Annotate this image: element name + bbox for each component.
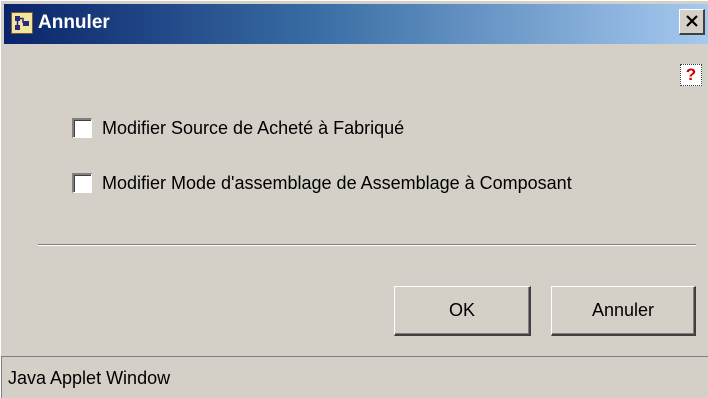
option-change-assembly-mode[interactable]: Modifier Mode d'assemblage de Assemblage…: [72, 172, 572, 194]
window-title: Annuler: [38, 12, 110, 33]
option-change-assembly-mode-label: Modifier Mode d'assemblage de Assemblage…: [102, 172, 572, 193]
status-bar: Java Applet Window: [1, 356, 708, 398]
option-change-source-label: Modifier Source de Acheté à Fabriqué: [102, 117, 405, 138]
option-change-assembly-mode-checkbox[interactable]: [72, 173, 92, 193]
ok-button[interactable]: OK: [394, 286, 531, 336]
status-text: Java Applet Window: [8, 368, 171, 388]
cancel-button[interactable]: Annuler: [551, 286, 696, 336]
help-icon[interactable]: ?: [680, 64, 702, 86]
separator-line: [38, 244, 696, 246]
java-app-icon: [11, 12, 33, 34]
option-change-source-checkbox[interactable]: [72, 118, 92, 138]
title-bar[interactable]: Annuler: [4, 4, 708, 44]
option-change-source[interactable]: Modifier Source de Acheté à Fabriqué: [72, 117, 404, 139]
close-button[interactable]: [679, 9, 705, 35]
dialog-window: Annuler ? Modifier Source de Acheté à Fa…: [0, 0, 708, 398]
close-icon: [685, 15, 698, 27]
